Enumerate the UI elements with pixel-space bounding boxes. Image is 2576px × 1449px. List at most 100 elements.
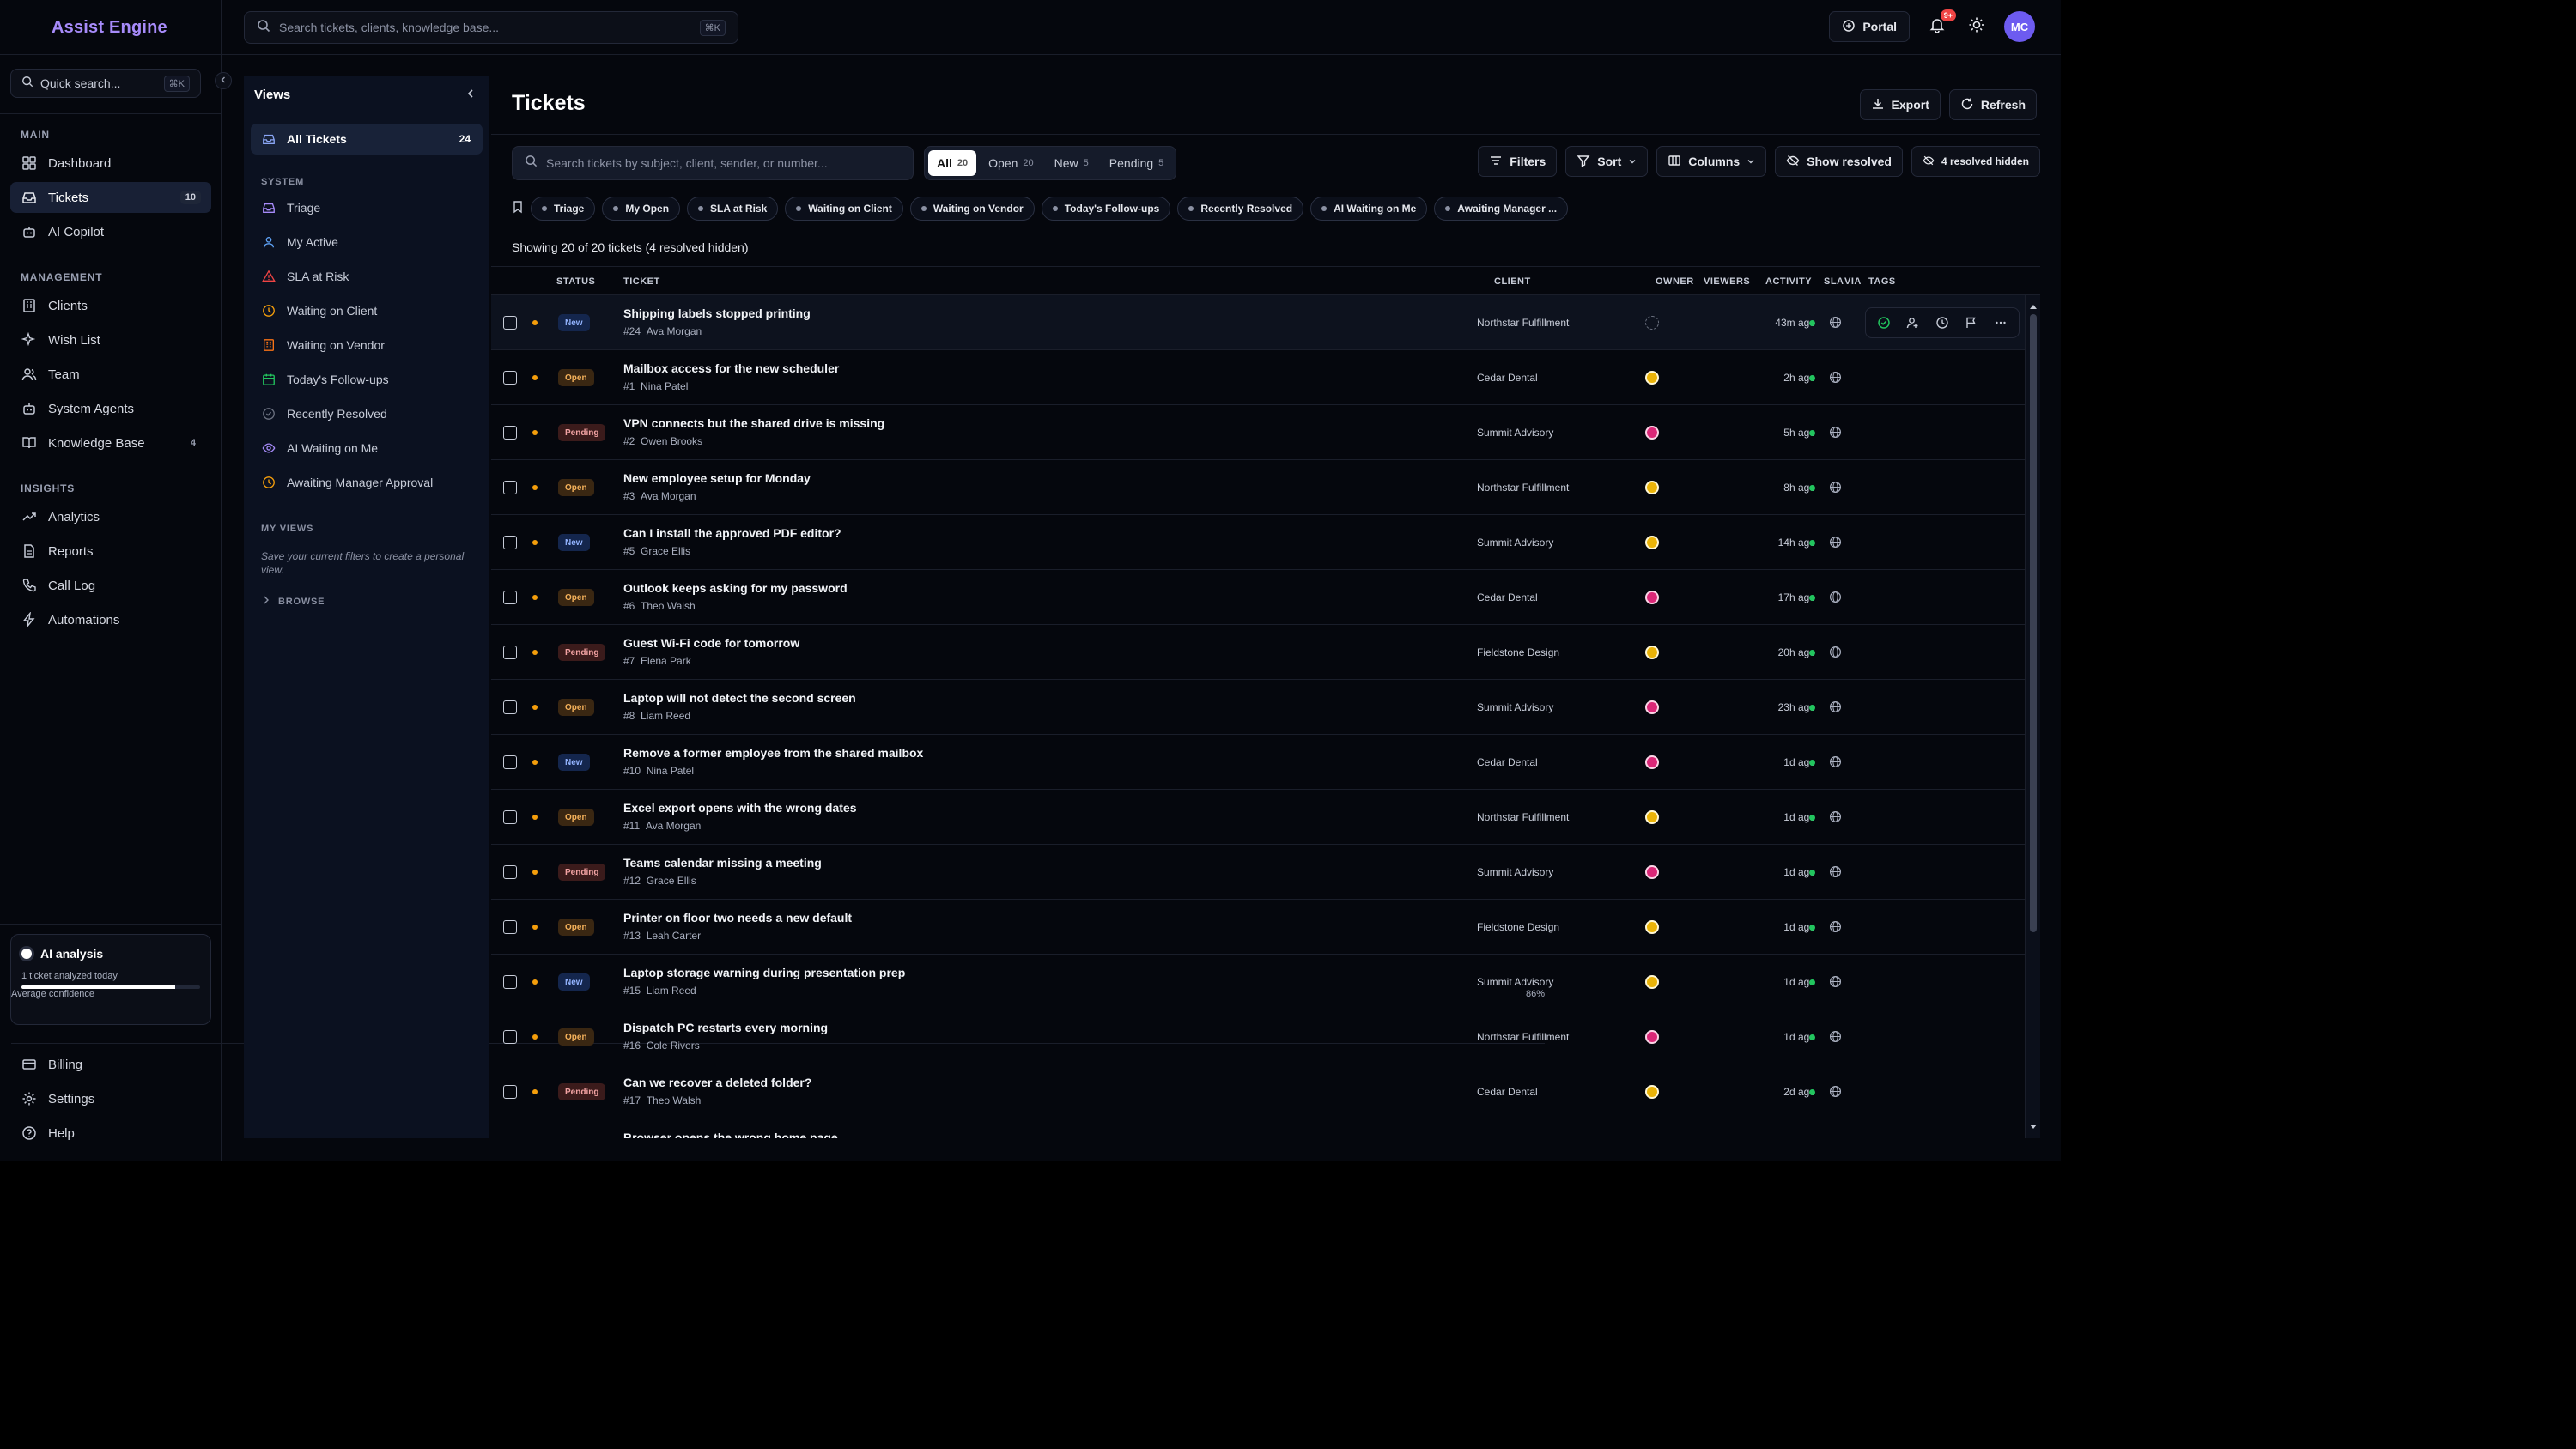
chip-my-open[interactable]: My Open [602,197,681,221]
collapse-sidebar-button[interactable] [215,72,232,89]
chip-todays-follow-ups[interactable]: Today's Follow-ups [1041,197,1171,221]
user-avatar[interactable]: MC [2004,11,2035,42]
ticket-subject[interactable]: Mailbox access for the new scheduler [623,361,839,375]
row-checkbox[interactable] [503,920,517,934]
column-header-sla[interactable]: SLA [1824,276,1844,287]
ticket-client[interactable]: Cedar Dental [1477,1086,1538,1098]
table-row[interactable]: New Remove a former employee from the sha… [491,735,2025,790]
owner-avatar[interactable] [1645,371,1659,385]
chip-recently-resolved[interactable]: Recently Resolved [1177,197,1304,221]
sidebar-item-system-agents[interactable]: System Agents [10,393,211,424]
view-awaiting-manager-approval[interactable]: Awaiting Manager Approval [251,467,483,498]
ticket-subject[interactable]: Teams calendar missing a meeting [623,856,822,870]
owner-avatar[interactable] [1645,426,1659,440]
resolve-check-icon[interactable] [1873,312,1895,334]
view-ai-waiting-on-me[interactable]: AI Waiting on Me [251,433,483,464]
ticket-client[interactable]: Summit Advisory [1477,701,1553,713]
quick-search-input[interactable]: Quick search... ⌘K [10,69,201,98]
sidebar-item-clients[interactable]: Clients [10,290,211,321]
resolved-hidden-indicator[interactable]: 4 resolved hidden [1911,146,2040,177]
row-checkbox[interactable] [503,700,517,714]
scroll-down-icon[interactable] [2029,1119,2038,1135]
ticket-client[interactable]: Cedar Dental [1477,756,1538,768]
sidebar-item-team[interactable]: Team [10,359,211,390]
ticket-subject[interactable]: Excel export opens with the wrong dates [623,801,857,815]
notifications-button[interactable]: 9+ [1925,9,1956,39]
owner-avatar[interactable] [1645,865,1659,879]
row-checkbox[interactable] [503,646,517,659]
owner-avatar[interactable] [1645,975,1659,989]
ticket-search-input[interactable]: Search tickets by subject, client, sende… [512,146,914,180]
column-header-activity[interactable]: ACTIVITY [1765,276,1812,287]
theme-toggle-button[interactable] [1965,15,1989,39]
chip-waiting-on-client[interactable]: Waiting on Client [785,197,903,221]
browse-toggle[interactable]: BROWSE [263,596,325,607]
collapse-views-button[interactable] [465,88,477,104]
table-row[interactable]: New Shipping labels stopped printing #24 A… [491,295,2025,350]
ticket-subject[interactable]: Shipping labels stopped printing [623,306,811,320]
tab-all[interactable]: All 20 [928,150,977,176]
ticket-client[interactable]: Summit Advisory [1477,976,1553,988]
table-row[interactable]: Open Excel export opens with the wrong da… [491,790,2025,845]
ticket-subject[interactable]: New employee setup for Monday [623,471,811,485]
snooze-clock-icon[interactable] [1931,312,1953,334]
owner-avatar[interactable] [1645,810,1659,824]
ticket-subject[interactable]: Laptop storage warning during presentati… [623,966,905,979]
ticket-subject[interactable]: Can I install the approved PDF editor? [623,526,841,540]
view-recently-resolved[interactable]: Recently Resolved [251,398,483,429]
row-checkbox[interactable] [503,1085,517,1099]
chip-awaiting-manager[interactable]: Awaiting Manager ... [1434,197,1569,221]
row-checkbox[interactable] [503,591,517,604]
row-checkbox[interactable] [503,426,517,440]
more-horizontal-icon[interactable] [1990,312,2012,334]
ticket-client[interactable]: Cedar Dental [1477,591,1538,603]
chip-triage[interactable]: Triage [531,197,596,221]
owner-avatar[interactable] [1645,536,1659,549]
sidebar-item-ai-copilot[interactable]: AI Copilot [10,216,211,247]
sidebar-item-call-log[interactable]: Call Log [10,570,211,601]
sidebar-item-automations[interactable]: Automations [10,604,211,635]
assign-user-icon[interactable] [1902,312,1924,334]
sidebar-item-knowledge-base[interactable]: Knowledge Base 4 [10,427,211,458]
view-sla-at-risk[interactable]: SLA at Risk [251,261,483,292]
table-row[interactable]: New Laptop storage warning during present… [491,955,2025,1009]
flag-icon[interactable] [1960,312,1983,334]
table-row[interactable]: Open Mailbox access for the new scheduler… [491,350,2025,405]
table-row[interactable]: Open Laptop will not detect the second sc… [491,680,2025,735]
brand-logo[interactable]: Assist Engine [0,0,222,55]
row-checkbox[interactable] [503,975,517,989]
ticket-client[interactable]: Northstar Fulfillment [1477,1031,1569,1043]
owner-avatar[interactable] [1645,481,1659,494]
view-todays-follow-ups[interactable]: Today's Follow-ups [251,364,483,395]
columns-button[interactable]: Columns [1656,146,1767,177]
ticket-client[interactable]: Summit Advisory [1477,537,1553,549]
column-header-viewers[interactable]: VIEWERS [1704,276,1750,287]
view-waiting-on-client[interactable]: Waiting on Client [251,295,483,326]
column-header-status[interactable]: STATUS [556,276,595,287]
view-all-tickets[interactable]: All Tickets 24 [251,124,483,155]
sidebar-item-wish-list[interactable]: Wish List [10,324,211,355]
sidebar-item-settings[interactable]: Settings [10,1083,211,1114]
ticket-client[interactable]: Fieldstone Design [1477,646,1559,658]
ticket-client[interactable]: Northstar Fulfillment [1477,811,1569,823]
table-row[interactable]: Pending Can we recover a deleted folder? #… [491,1064,2025,1119]
chip-sla-at-risk[interactable]: SLA at Risk [687,197,779,221]
owner-avatar[interactable] [1645,591,1659,604]
owner-avatar[interactable] [1645,316,1659,330]
sidebar-item-analytics[interactable]: Analytics [10,501,211,532]
row-checkbox[interactable] [503,536,517,549]
row-checkbox[interactable] [503,755,517,769]
ticket-client[interactable]: Summit Advisory [1477,866,1553,878]
owner-avatar[interactable] [1645,1030,1659,1044]
ticket-subject[interactable]: Can we recover a deleted folder? [623,1076,811,1089]
owner-avatar[interactable] [1645,646,1659,659]
ticket-subject[interactable]: VPN connects but the shared drive is mis… [623,416,884,430]
column-header-owner[interactable]: OWNER [1656,276,1694,287]
ticket-subject[interactable]: Printer on floor two needs a new default [623,911,852,925]
ticket-subject[interactable]: Outlook keeps asking for my password [623,581,848,595]
table-scrollbar[interactable] [2025,295,2040,1138]
view-waiting-on-vendor[interactable]: Waiting on Vendor [251,330,483,361]
global-search-input[interactable]: Search tickets, clients, knowledge base.… [244,11,738,44]
ticket-client[interactable]: Northstar Fulfillment [1477,317,1569,329]
row-checkbox[interactable] [503,865,517,879]
